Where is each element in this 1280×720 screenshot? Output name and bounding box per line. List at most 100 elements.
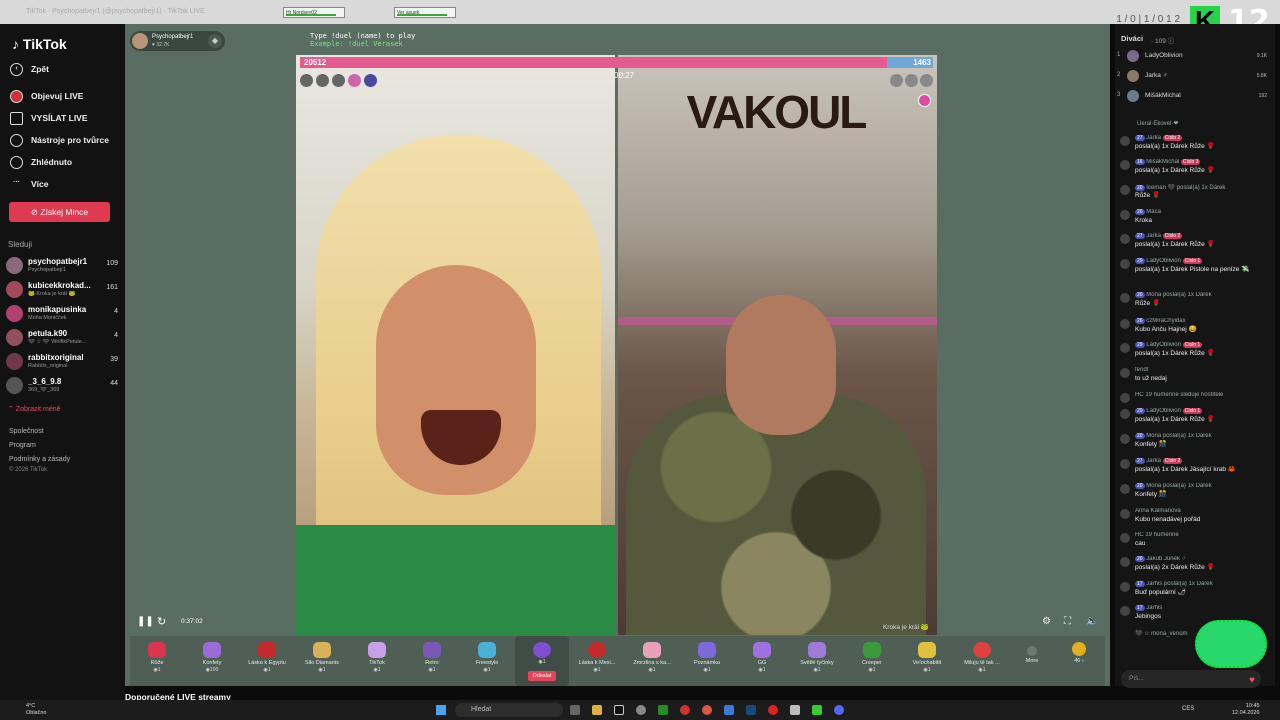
viewer-rank-item[interactable]: 1 LadyOblivion 9.1K [1117,48,1267,66]
battle-timer: 00:27 [614,71,635,80]
nav-back[interactable]: ‹ Zpět [10,60,49,78]
coin-balance-button[interactable]: 46 › [1052,636,1106,686]
show-less-link[interactable]: ⌃ Zobrazit méně [8,405,61,413]
battle-video[interactable]: VAKOUL 20512 1463 00:27 Kroka je král 🐸 [296,55,937,635]
steam-icon[interactable] [746,705,756,715]
send-gift-button[interactable]: Odeslat [528,671,556,681]
avatar [6,353,23,370]
avatar [6,305,23,322]
taskbar-clock[interactable]: 10:45 12.04.2026 [1232,703,1260,717]
app-icon[interactable] [812,705,822,715]
history-icon [10,155,23,169]
get-coins-button[interactable]: ⊘ Získej Mince [9,202,110,222]
mute-indicator-icon [918,94,931,107]
following-title: Sleduji [8,240,33,249]
viewer-rank-item[interactable]: 3 MišákMichal 192 [1117,88,1267,106]
pause-icon[interactable]: ❚❚ [137,616,154,627]
like-heart-icon[interactable]: ♥ [1249,675,1255,686]
left-top-donors[interactable] [300,74,377,88]
gift-item[interactable]: Láska k Mexi... ◉1 [570,636,624,686]
avatar [132,33,148,49]
gift-item[interactable]: Silo Diamants ◉1 [295,636,349,686]
chrome-icon[interactable] [702,705,712,715]
camera-icon [10,111,23,125]
chat-input[interactable]: Píš... [1121,670,1261,688]
nav-more[interactable]: ··· Více [10,175,49,193]
taskbar-search[interactable]: Hledat [455,703,563,717]
footer-link-terms[interactable]: Podmínky a zásady [9,456,70,463]
taskview-icon[interactable] [570,705,580,715]
settings-app-icon[interactable] [636,705,646,715]
settings-icon[interactable]: ⚙ [1042,616,1051,627]
footer-link-company[interactable]: Společnost [9,428,44,435]
app-icon[interactable] [724,705,734,715]
bulb-icon [10,133,23,147]
sidebar: ♪ TikTok ‹ Zpět Objevuj LIVE VYSÍLAT LIVE… [0,24,125,700]
language-indicator[interactable]: CES [1182,706,1194,712]
fullscreen-icon[interactable]: ⛶ [1064,616,1071,627]
nav-go-live[interactable]: VYSÍLAT LIVE [10,109,88,127]
following-item[interactable]: petula.k90 🖤 ☆ 🖤 WolfikPetule... 4 [6,327,120,349]
xbox-icon[interactable] [658,705,668,715]
gift-bar: Růže ◉1 Konfety ◉100 Láska k Egyptu ◉1 Silo… [130,636,1105,686]
opera-icon[interactable] [768,705,778,715]
tiktok-app-icon[interactable] [614,705,624,715]
footer-link-program[interactable]: Program [9,442,36,449]
gift-item-selected[interactable]: ◉1 Odeslat [515,636,569,686]
elapsed-time: 0:37:02 [181,618,203,625]
os-taskbar: 4°C Oblačno Hledat CES 10:45 12.04.2026 [0,700,1280,720]
following-item[interactable]: monikapusinka Moňa Moničček 4 [6,303,120,325]
discord-icon[interactable] [834,705,844,715]
footer-copyright: © 2026 TikTok [9,467,48,473]
gift-item[interactable]: Láska k Egyptu ◉1 [240,636,294,686]
weather-widget[interactable]: 4°C Oblačno [26,703,47,717]
refresh-icon[interactable]: ↻ [157,615,166,628]
sticker-overlay [1195,620,1267,668]
gift-item[interactable]: Poznámka ◉1 [680,636,734,686]
gift-item[interactable]: Růže ◉1 [130,636,184,686]
chat-panel: Diváci · 109 ⓘ 1 LadyOblivion 9.1K 2 Jarka … [1115,24,1275,688]
gift-item[interactable]: Konfety ◉100 [185,636,239,686]
nav-creator-tools[interactable]: Nástroje pro tvůrce [10,131,109,149]
gift-item[interactable]: TikTok ◉1 [350,636,404,686]
gift-item[interactable]: Ve!ochabitit ◉1 [900,636,954,686]
avatar [6,281,23,298]
gift-item[interactable]: Miluju tě tak ... ◉1 [955,636,1009,686]
viewers-label[interactable]: Diváci [1121,34,1143,43]
command-overlay: Type !duel (name) to play Example: !duel… [310,32,416,48]
following-item[interactable]: rabbitxoriginal Rabbitx_original 39 [6,351,120,373]
volume-icon[interactable]: 🔈 [1086,616,1098,627]
nav-watched[interactable]: Zhlédnuto [10,153,72,171]
gift-item[interactable]: Retro ◉1 [405,636,459,686]
tiktok-logo[interactable]: ♪ TikTok [12,36,67,52]
notepad-icon[interactable] [790,705,800,715]
explorer-icon[interactable] [592,705,602,715]
score-right: 1463 [913,58,931,67]
gift-item[interactable]: Creeper ◉1 [845,636,899,686]
following-item[interactable]: psychopatbejr1 Psychopatbejr1 109 [6,255,120,277]
score-left: 20512 [304,58,327,67]
gift-item[interactable]: Světlé tyčinky ◉1 [790,636,844,686]
avatar [6,329,23,346]
live-icon [10,89,23,103]
viewers-count: · 109 ⓘ [1151,38,1175,45]
right-top-donors[interactable] [890,74,933,87]
follow-plus-icon[interactable]: ◆ [208,34,222,48]
avatar [6,377,23,394]
more-gifts-button[interactable]: More [1005,636,1059,686]
gift-item[interactable]: GG ◉1 [735,636,789,686]
viewer-rank-item[interactable]: 2 Jarka ♂ 5.8K [1117,68,1267,86]
windows-start-icon[interactable] [436,705,446,715]
browser-url[interactable]: TikTok · Psychopatbejr1 (@psychopatbejr1… [26,8,205,15]
gift-item[interactable]: Zmrzlina s ka... ◉1 [625,636,679,686]
following-item[interactable]: kubicekkrokad... 🐸 Kroka je král 🐸 161 [6,279,120,301]
app-icon[interactable] [680,705,690,715]
browser-tab-2[interactable]: Ver asuek [394,7,456,18]
nav-explore-live[interactable]: Objevuj LIVE [10,87,83,105]
chat-messages: Ueral·Ekovel·❤ 27 Jarka Číslo 2 poslal(a)… [1115,120,1275,660]
left-video-feed [296,55,615,635]
following-item[interactable]: _3_6_9.8 369_🖤_369 44 [6,375,120,397]
browser-tab-1[interactable]: Hr Nordsey02 [283,7,345,18]
gift-item[interactable]: Freestyle ◉1 [460,636,514,686]
more-icon: ··· [13,178,20,186]
